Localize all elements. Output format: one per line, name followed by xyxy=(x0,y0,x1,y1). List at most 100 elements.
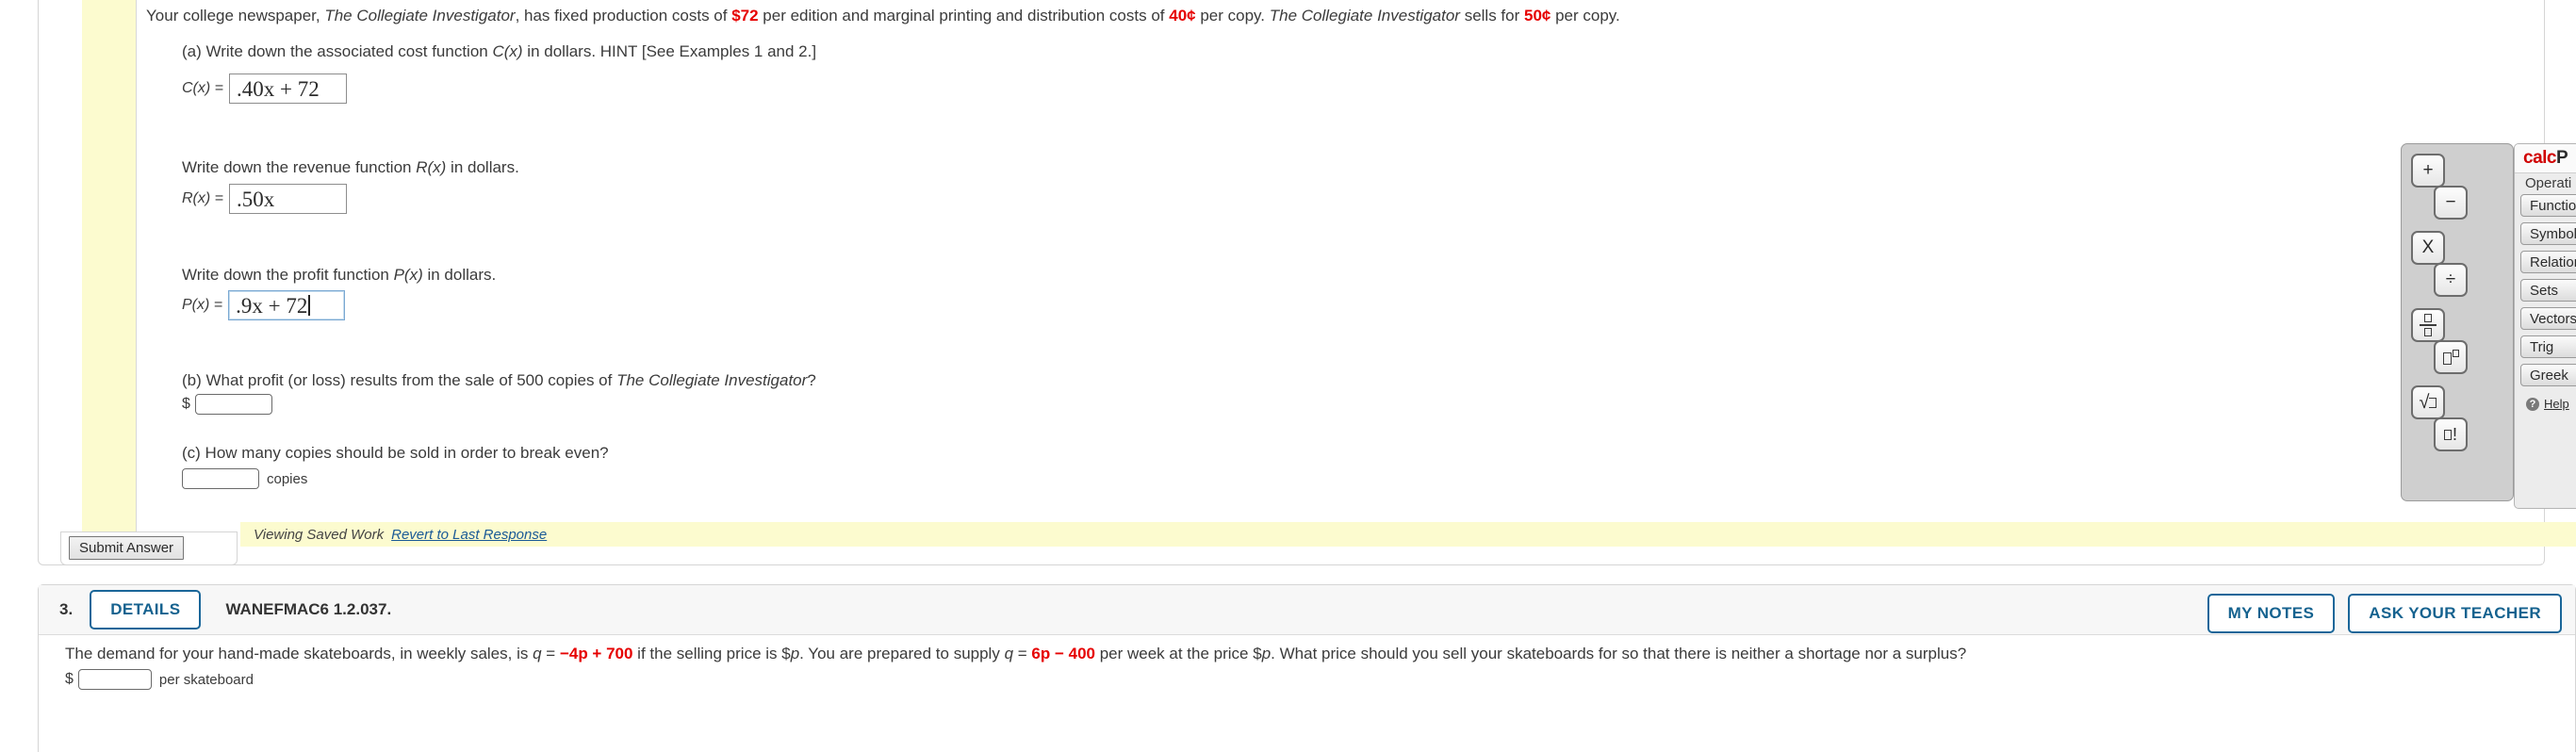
text-caret xyxy=(308,295,310,316)
calcpad-keypad: + − X ÷ √ ! xyxy=(2401,143,2514,501)
profit-function-value: .9x + 72 xyxy=(236,293,308,318)
q3-eq2-eq: = xyxy=(1013,645,1032,662)
q3-var-p-2: p xyxy=(1261,645,1272,662)
fraction-icon xyxy=(2420,314,2437,336)
price-value: 50¢ xyxy=(1524,7,1551,25)
calcpad-category-symbols[interactable]: Symbol xyxy=(2520,222,2576,245)
divide-icon: ÷ xyxy=(2445,270,2456,289)
part-a-text-post: in dollars. HINT [See Examples 1 and 2.] xyxy=(522,42,817,60)
calcpad-category-trig[interactable]: Trig xyxy=(2520,335,2576,358)
calcpad-brand: calc P xyxy=(2515,144,2576,173)
question-3-number: 3. xyxy=(59,600,74,618)
q3-seg-4: per week at the price $ xyxy=(1094,645,1262,662)
calcpad-subtitle: Operati xyxy=(2525,174,2572,191)
divide-key[interactable]: ÷ xyxy=(2434,263,2468,297)
fixed-cost-value: $72 xyxy=(731,7,759,25)
minus-icon: − xyxy=(2445,192,2456,212)
cost-function-input[interactable]: .40x + 72 xyxy=(229,74,347,104)
question-2-prompt: Your college newspaper, The Collegiate I… xyxy=(146,7,1620,25)
prompt-seg-3: per edition and marginal printing and di… xyxy=(758,7,1170,25)
revenue-function-var: R(x) xyxy=(416,158,447,176)
part-b-text-post: ? xyxy=(807,371,816,389)
part-a-text-pre: (a) Write down the associated cost funct… xyxy=(182,42,493,60)
profit-function-var: P(x) xyxy=(393,266,423,284)
profit-function-input[interactable]: .9x + 72 xyxy=(228,290,346,320)
revenue-text-post: in dollars. xyxy=(446,158,519,176)
submit-answer-button[interactable]: Submit Answer xyxy=(69,536,185,560)
saved-work-bar: Viewing Saved Work Revert to Last Respon… xyxy=(240,522,2576,547)
plus-icon: + xyxy=(2422,160,2434,180)
question-3-answer-input[interactable] xyxy=(77,669,152,690)
question-3-card: 3. DETAILS WANEFMAC6 1.2.037. MY NOTES A… xyxy=(38,584,2576,752)
factorial-key[interactable]: ! xyxy=(2434,417,2468,451)
calcpad-category-functions[interactable]: Functio xyxy=(2520,194,2576,217)
minus-key[interactable]: − xyxy=(2434,186,2468,220)
exponent-key[interactable] xyxy=(2434,340,2468,374)
question-3-prompt: The demand for your hand-made skateboard… xyxy=(65,645,1966,663)
part-b-answer-input[interactable] xyxy=(194,394,272,415)
question-2-card: Your college newspaper, The Collegiate I… xyxy=(38,0,2545,565)
question-3-answer-row: $ per skateboard xyxy=(65,669,254,690)
part-b-dollar-sign: $ xyxy=(182,396,190,412)
multiply-key[interactable]: X xyxy=(2411,231,2445,265)
part-b-question: (b) What profit (or loss) results from t… xyxy=(182,371,816,390)
factorial-icon: ! xyxy=(2443,425,2457,445)
calcpad-category-relations[interactable]: Relation xyxy=(2520,251,2576,273)
question-3-header-actions: MY NOTES ASK YOUR TEACHER xyxy=(2207,594,2562,633)
calcpad-category-vectors[interactable]: Vectors xyxy=(2520,307,2576,330)
prompt-seg-6: per copy. xyxy=(1551,7,1620,25)
calcpad-category-list: Functio Symbol Relation Sets Vectors Tri… xyxy=(2520,194,2576,392)
calcpad-category-sets[interactable]: Sets xyxy=(2520,279,2576,302)
question-2-status-strip xyxy=(82,0,137,553)
q3-eq1-var: q xyxy=(533,645,542,662)
calcpad-category-greek[interactable]: Greek xyxy=(2520,364,2576,386)
saved-work-label: Viewing Saved Work xyxy=(254,526,385,543)
revenue-function-input[interactable]: .50x xyxy=(229,184,347,214)
publication-title-2: The Collegiate Investigator xyxy=(1269,7,1460,25)
revenue-function-label: R(x) = xyxy=(182,190,223,206)
cost-function-row: C(x) = .40x + 72 xyxy=(182,74,347,104)
calcpad-panel: calcP Operati Functio Symbol Relation Se… xyxy=(2514,143,2576,509)
demand-equation-value: −4p + 700 xyxy=(559,645,633,662)
q3-seg-5: . What price should you sell your skateb… xyxy=(1271,645,1967,662)
fraction-key[interactable] xyxy=(2411,308,2445,342)
ask-your-teacher-button[interactable]: ASK YOUR TEACHER xyxy=(2348,594,2562,633)
cost-function-label: C(x) = xyxy=(182,80,223,96)
prompt-seg-5: sells for xyxy=(1459,7,1524,25)
part-c-question: (c) How many copies should be sold in or… xyxy=(182,444,609,462)
q3-seg-3: . You are prepared to supply xyxy=(799,645,1005,662)
part-c-answer-input[interactable] xyxy=(182,468,259,489)
part-b-answer-row: $ xyxy=(182,394,272,415)
revenue-function-value: .50x xyxy=(237,187,275,211)
prompt-seg-1: Your college newspaper, xyxy=(146,7,325,25)
profit-text-pre: Write down the profit function xyxy=(182,266,394,284)
multiply-icon: X xyxy=(2421,237,2435,257)
square-root-key[interactable]: √ xyxy=(2411,385,2445,419)
marginal-cost-value: 40¢ xyxy=(1169,7,1196,25)
my-notes-button[interactable]: MY NOTES xyxy=(2207,594,2336,633)
calcpad-brand-calc: calc xyxy=(2523,148,2556,168)
profit-function-label: P(x) = xyxy=(182,297,223,313)
revert-to-last-response-link[interactable]: Revert to Last Response xyxy=(391,527,547,543)
question-2-body: Your college newspaper, The Collegiate I… xyxy=(137,0,2543,564)
part-a-instruction: (a) Write down the associated cost funct… xyxy=(182,42,816,61)
supply-equation-value: 6p − 400 xyxy=(1031,645,1095,662)
publication-title-1: The Collegiate Investigator xyxy=(324,7,516,25)
q3-seg-2: if the selling price is $ xyxy=(632,645,791,662)
calcpad-brand-pad: P xyxy=(2555,148,2568,168)
plus-key[interactable]: + xyxy=(2411,154,2445,188)
part-a-function-var: C(x) xyxy=(492,42,523,60)
profit-text-post: in dollars. xyxy=(422,266,497,284)
details-button[interactable]: DETAILS xyxy=(90,590,202,629)
prompt-seg-2: , has fixed production costs of xyxy=(515,7,732,25)
submit-answer-bar: Submit Answer xyxy=(60,531,238,565)
part-b-text-pre: (b) What profit (or loss) results from t… xyxy=(182,371,617,389)
calcpad-help-link[interactable]: ? Help xyxy=(2526,397,2569,411)
calcpad-help-label: Help xyxy=(2544,397,2569,411)
question-3-dollar-sign: $ xyxy=(65,671,74,687)
exponent-icon xyxy=(2442,350,2459,365)
cost-function-value: .40x + 72 xyxy=(237,76,320,101)
question-3-code: WANEFMAC6 1.2.037. xyxy=(225,600,392,618)
q3-seg-1: The demand for your hand-made skateboard… xyxy=(65,645,533,662)
question-3-body: The demand for your hand-made skateboard… xyxy=(39,635,2575,752)
